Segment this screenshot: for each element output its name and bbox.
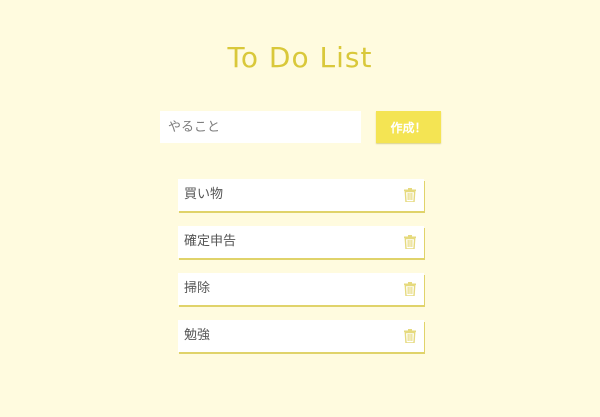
todo-label: 勉強 xyxy=(184,328,211,343)
todo-label: 買い物 xyxy=(184,187,224,202)
create-button[interactable]: 作成！ xyxy=(376,111,441,143)
trash-icon[interactable] xyxy=(404,188,416,202)
trash-icon[interactable] xyxy=(404,282,416,296)
task-input[interactable] xyxy=(160,111,361,143)
todo-label: 掃除 xyxy=(184,281,211,296)
list-item: 買い物 xyxy=(178,179,424,211)
todo-list: 買い物 確定申告 掃除 勉強 xyxy=(178,179,424,367)
trash-icon[interactable] xyxy=(404,235,416,249)
list-item: 勉強 xyxy=(178,320,424,352)
todo-label: 確定申告 xyxy=(184,234,237,249)
list-item: 掃除 xyxy=(178,273,424,305)
trash-icon[interactable] xyxy=(404,329,416,343)
list-item: 確定申告 xyxy=(178,226,424,258)
page-title: To Do List xyxy=(227,41,373,74)
add-task-form: 作成！ xyxy=(160,111,442,143)
